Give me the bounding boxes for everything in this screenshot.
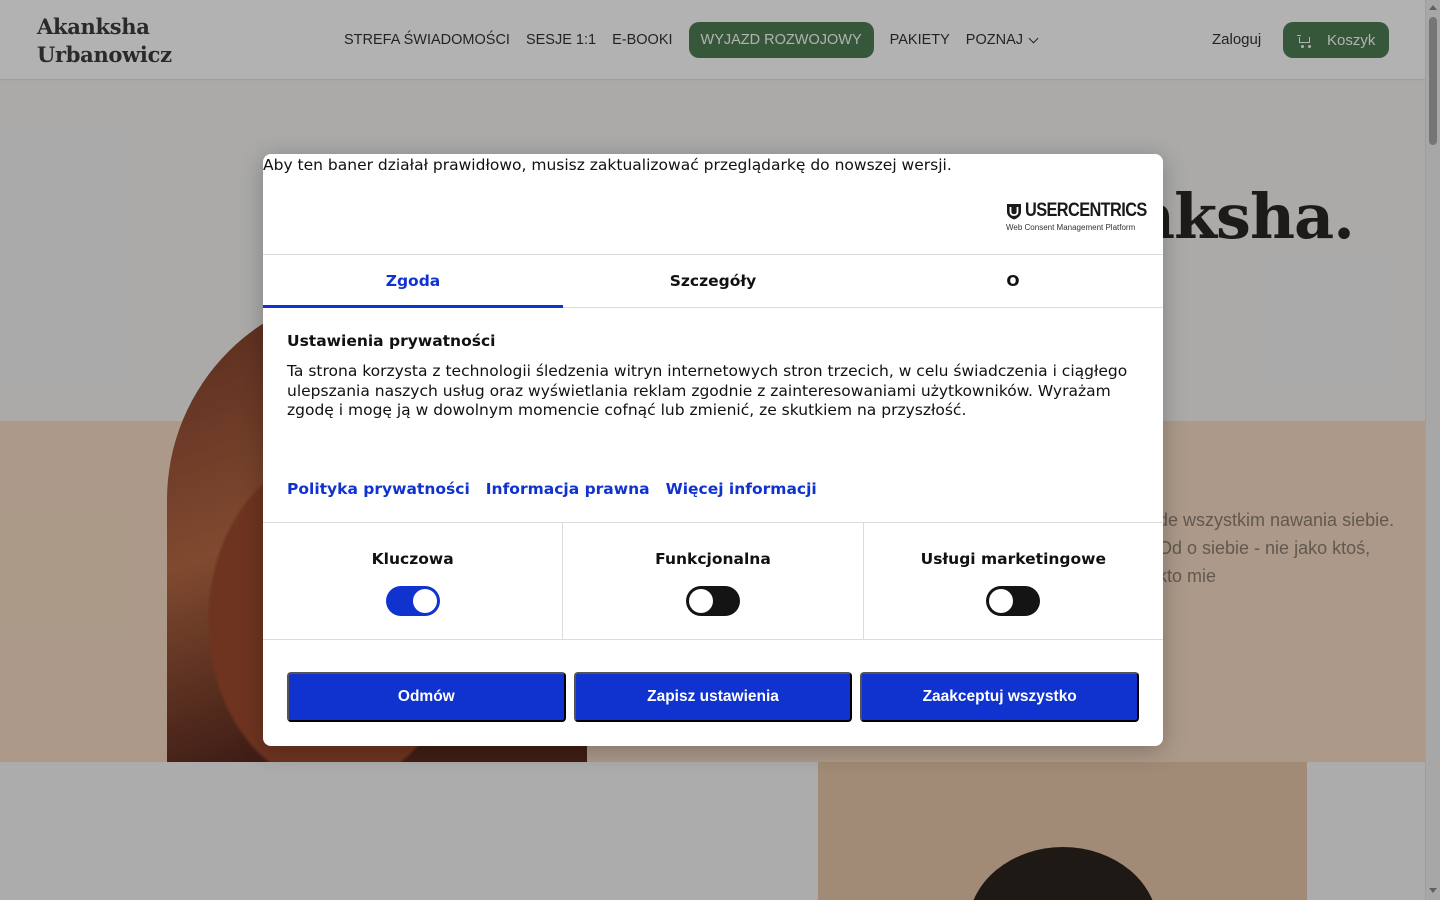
outdated-browser-notice: Aby ten baner działał prawidłowo, musisz…	[263, 156, 952, 174]
toggle-knob	[989, 589, 1014, 613]
legal-links: Polityka prywatności Informacja prawna W…	[287, 480, 817, 498]
consent-body: Ustawienia prywatności Ta strona korzyst…	[287, 332, 1139, 421]
shield-icon	[1006, 203, 1022, 220]
tab-szczegoly[interactable]: Szczegóły	[563, 255, 863, 307]
usercentrics-logo: USERCENTRICS Web Consent Management Plat…	[1006, 200, 1147, 232]
consent-categories: Kluczowa Funkcjonalna Usługi marketingow…	[263, 522, 1163, 640]
accept-all-button[interactable]: Zaakceptuj wszystko	[860, 672, 1140, 722]
toggle-knob	[688, 589, 713, 613]
privacy-settings-title: Ustawienia prywatności	[287, 332, 496, 350]
funkcjonalna-toggle[interactable]	[685, 586, 740, 616]
logo-tagline: Web Consent Management Platform	[1006, 223, 1136, 232]
privacy-description: Ta strona korzysta z technologii śledzen…	[287, 362, 1128, 419]
category-kluczowa: Kluczowa	[263, 523, 564, 639]
category-label: Funkcjonalna	[655, 550, 771, 568]
consent-actions: Odmów Zapisz ustawienia Zaakceptuj wszys…	[287, 672, 1140, 722]
save-settings-button[interactable]: Zapisz ustawienia	[573, 672, 853, 722]
consent-dialog: Aby ten baner działał prawidłowo, musisz…	[263, 154, 1163, 746]
consent-tabs: Zgoda Szczegóły O	[263, 254, 1163, 308]
legal-info-link[interactable]: Informacja prawna	[486, 480, 650, 498]
category-label: Usługi marketingowe	[920, 550, 1107, 568]
tab-o[interactable]: O	[863, 255, 1163, 307]
category-label: Kluczowa	[371, 550, 454, 568]
tab-zgoda[interactable]: Zgoda	[263, 255, 563, 308]
deny-button[interactable]: Odmów	[287, 672, 566, 722]
category-marketing: Usługi marketingowe	[864, 523, 1163, 639]
more-info-link[interactable]: Więcej informacji	[666, 480, 817, 498]
category-funkcjonalna: Funkcjonalna	[563, 523, 864, 639]
privacy-policy-link[interactable]: Polityka prywatności	[287, 480, 470, 498]
toggle-knob	[412, 589, 437, 613]
marketing-toggle[interactable]	[986, 586, 1041, 616]
kluczowa-toggle[interactable]	[385, 586, 440, 616]
logo-wordmark: USERCENTRICS	[1025, 200, 1147, 221]
